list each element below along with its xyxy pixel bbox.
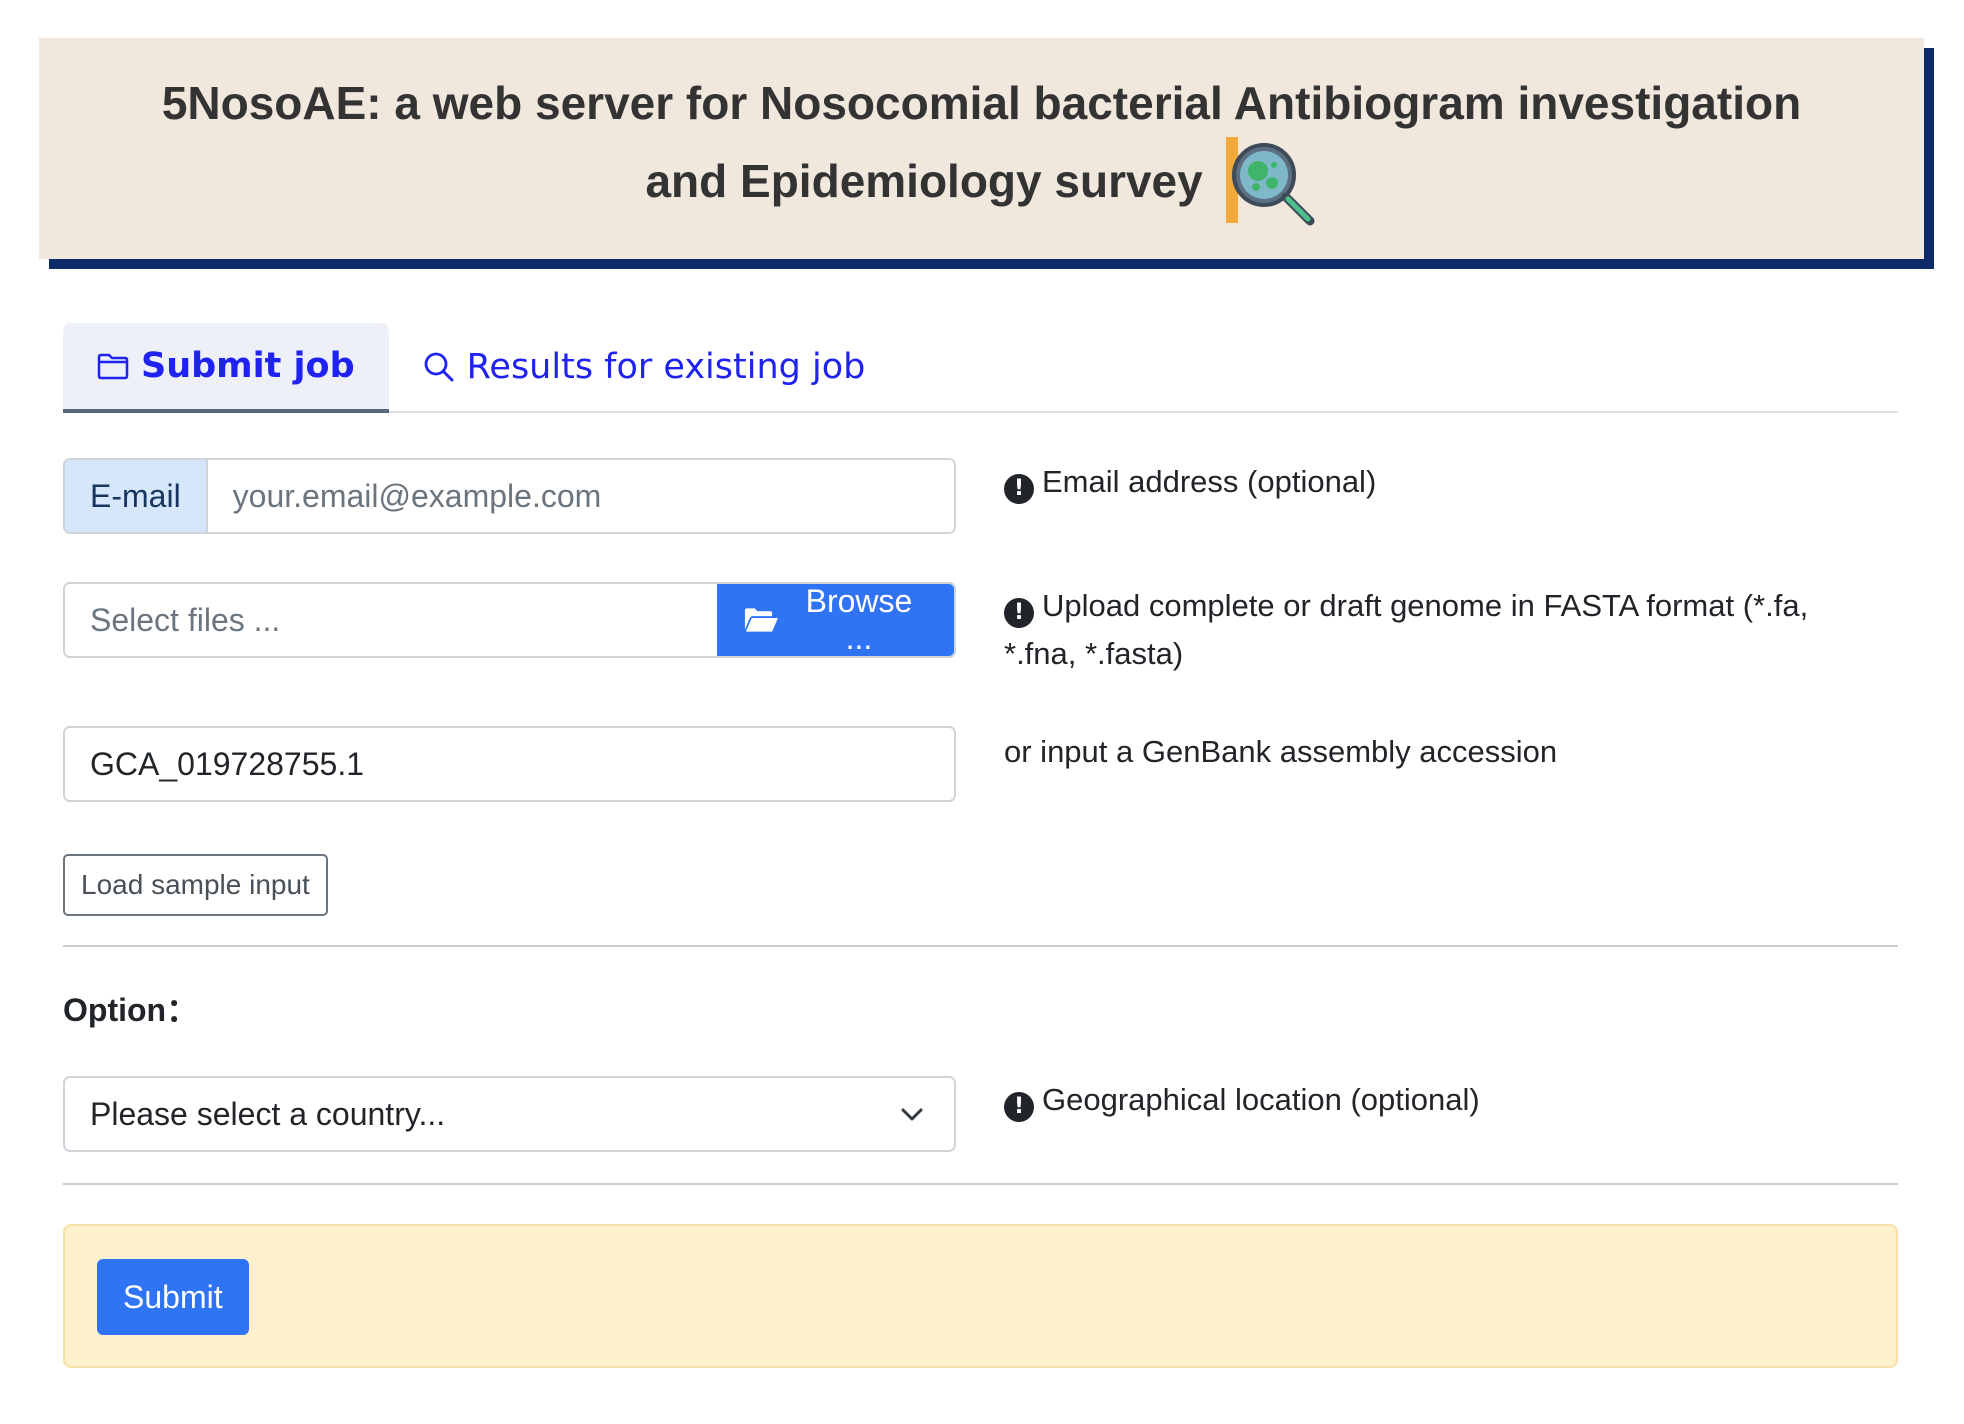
bacteria-magnifier-icon	[1225, 136, 1315, 225]
exclamation-circle-icon: !	[1004, 1092, 1034, 1122]
file-row: Browse ...	[63, 582, 956, 658]
country-help-text: Geographical location (optional)	[1042, 1082, 1480, 1117]
option-label: Option：	[63, 992, 199, 1028]
submit-panel: Submit	[63, 1224, 1898, 1368]
page-header: 5NosoAE: a web server for Nosocomial bac…	[39, 38, 1924, 259]
tab-submit-job[interactable]: Submit job	[63, 323, 389, 413]
file-input-group: Browse ...	[63, 582, 956, 658]
country-row: Please select a country...	[63, 1076, 956, 1152]
accession-help-text: or input a GenBank assembly accession	[1004, 734, 1558, 769]
load-sample-button[interactable]: Load sample input	[63, 854, 328, 916]
tab-bar: Submit job Results for existing job	[63, 323, 1898, 413]
email-field[interactable]	[207, 460, 954, 532]
country-help: ! Geographical location (optional)	[1004, 1076, 1884, 1124]
accession-row	[63, 726, 956, 802]
folder-icon	[97, 353, 129, 380]
tab-submit-job-label: Submit job	[141, 346, 355, 386]
divider	[63, 1183, 1898, 1185]
email-help-text: Email address (optional)	[1042, 464, 1377, 499]
chevron-down-icon	[901, 1108, 923, 1121]
file-help-text: Upload complete or draft genome in FASTA…	[1004, 588, 1809, 671]
page-title-line1: 5NosoAE: a web server for Nosocomial bac…	[161, 76, 1802, 129]
file-name-field[interactable]	[65, 584, 717, 656]
page-title: 5NosoAE: a web server for Nosocomial bac…	[162, 67, 1801, 231]
tab-results-existing-job[interactable]: Results for existing job	[389, 323, 900, 411]
country-select-value: Please select a country...	[90, 1095, 446, 1132]
folder-open-icon	[744, 608, 778, 632]
exclamation-circle-icon: !	[1004, 598, 1034, 628]
accession-help: or input a GenBank assembly accession	[1004, 728, 1884, 776]
email-input-group: E-mail	[63, 458, 956, 534]
email-addon-label: E-mail	[65, 460, 208, 532]
page-title-line2: and Epidemiology survey	[645, 154, 1203, 207]
tab-results-label: Results for existing job	[466, 347, 866, 387]
search-icon	[424, 352, 454, 382]
browse-button[interactable]: Browse ...	[717, 584, 954, 656]
submit-button[interactable]: Submit	[97, 1259, 249, 1335]
email-row: E-mail	[63, 458, 956, 534]
accession-field[interactable]	[65, 728, 954, 800]
country-select[interactable]: Please select a country...	[63, 1076, 956, 1152]
divider	[63, 945, 1898, 947]
accession-input-group	[63, 726, 956, 802]
browse-button-label: Browse ...	[805, 583, 913, 656]
file-help: ! Upload complete or draft genome in FAST…	[1004, 582, 1884, 678]
email-help: ! Email address (optional)	[1004, 458, 1884, 506]
exclamation-circle-icon: !	[1004, 474, 1034, 504]
